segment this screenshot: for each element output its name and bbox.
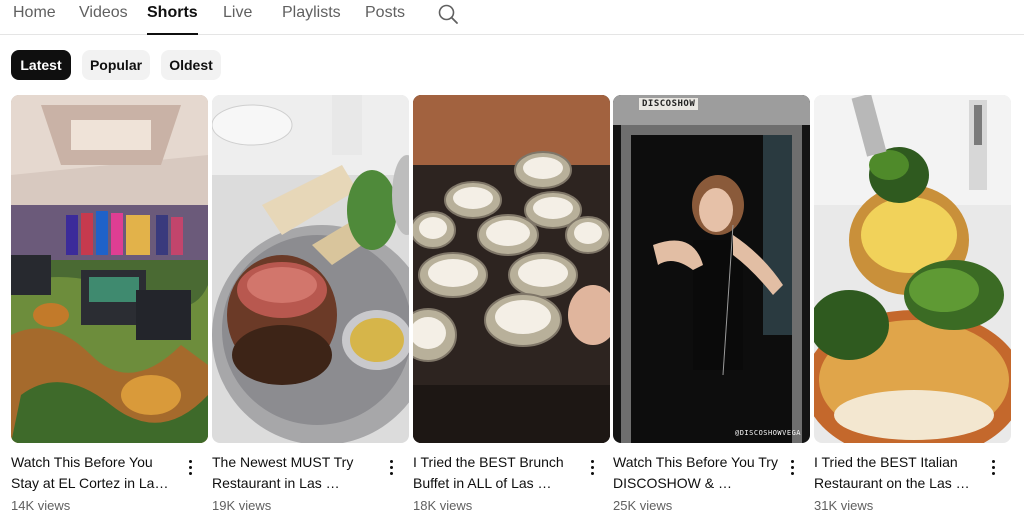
- filter-chip-popular[interactable]: Popular: [82, 50, 150, 80]
- thumbnail-watermark: @DISCOSHOWVEGA: [735, 429, 802, 437]
- short-title[interactable]: I Tried the BEST Italian Restaurant on t…: [814, 452, 984, 494]
- tab-shorts[interactable]: Shorts: [147, 4, 198, 35]
- short-thumbnail[interactable]: [212, 95, 409, 443]
- more-vert-icon[interactable]: [584, 457, 600, 479]
- tab-videos[interactable]: Videos: [79, 4, 128, 26]
- short-title[interactable]: Watch This Before You Stay at EL Cortez …: [11, 452, 181, 494]
- short-card: DISCOSHOW @DISCOSHOWVEGA Watch This Befo…: [613, 95, 810, 519]
- filter-chip-latest[interactable]: Latest: [11, 50, 71, 80]
- more-vert-icon[interactable]: [383, 457, 399, 479]
- short-thumbnail[interactable]: [11, 95, 208, 443]
- channel-tabs: Home Videos Shorts Live Playlists Posts: [0, 0, 1024, 35]
- more-vert-icon[interactable]: [182, 457, 198, 479]
- short-title[interactable]: The Newest MUST Try Restaurant in Las …: [212, 452, 382, 494]
- short-title[interactable]: Watch This Before You Try DISCOSHOW & …: [613, 452, 783, 494]
- short-view-count: 19K views: [212, 498, 272, 513]
- tab-home[interactable]: Home: [13, 4, 56, 26]
- more-vert-icon[interactable]: [784, 457, 800, 479]
- short-view-count: 18K views: [413, 498, 473, 513]
- tab-posts[interactable]: Posts: [365, 4, 405, 26]
- tab-live[interactable]: Live: [223, 4, 252, 26]
- short-thumbnail[interactable]: [413, 95, 610, 443]
- short-view-count: 14K views: [11, 498, 71, 513]
- tab-playlists[interactable]: Playlists: [282, 4, 341, 26]
- short-view-count: 25K views: [613, 498, 673, 513]
- short-card: Watch This Before You Stay at EL Cortez …: [11, 95, 208, 519]
- short-card: I Tried the BEST Brunch Buffet in ALL of…: [413, 95, 610, 519]
- short-card: The Newest MUST Try Restaurant in Las … …: [212, 95, 409, 519]
- filter-chip-oldest[interactable]: Oldest: [161, 50, 221, 80]
- short-view-count: 31K views: [814, 498, 874, 513]
- short-thumbnail[interactable]: [814, 95, 1011, 443]
- more-vert-icon[interactable]: [985, 457, 1001, 479]
- short-thumbnail[interactable]: DISCOSHOW @DISCOSHOWVEGA: [613, 95, 810, 443]
- short-title[interactable]: I Tried the BEST Brunch Buffet in ALL of…: [413, 452, 583, 494]
- thumbnail-sign-text: DISCOSHOW: [639, 98, 699, 110]
- short-card: I Tried the BEST Italian Restaurant on t…: [814, 95, 1011, 519]
- search-icon[interactable]: [437, 3, 459, 25]
